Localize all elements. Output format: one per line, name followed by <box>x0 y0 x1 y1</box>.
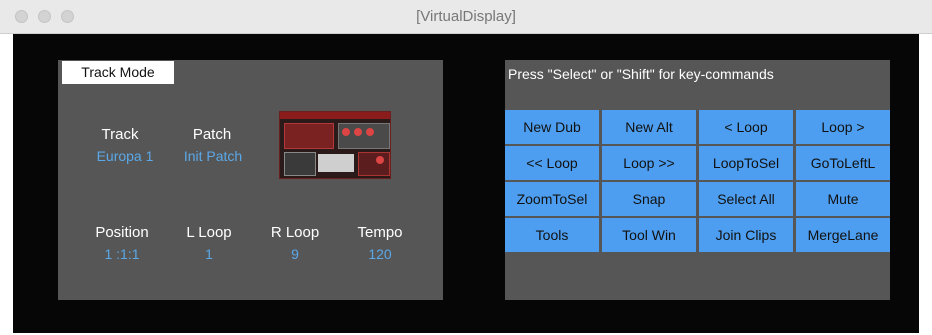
window-titlebar: [VirtualDisplay] <box>0 0 932 34</box>
key-commands-hint: Press "Select" or "Shift" for key-comman… <box>508 66 774 82</box>
tempo-value: 120 <box>368 246 392 262</box>
loop-shift-left-button[interactable]: << Loop <box>505 146 599 180</box>
snap-button[interactable]: Snap <box>602 182 696 216</box>
patch-value: Init Patch <box>183 148 243 164</box>
r-loop-value: 9 <box>291 246 299 262</box>
l-loop-value: 1 <box>205 246 213 262</box>
join-clips-button[interactable]: Join Clips <box>699 218 793 252</box>
loop-right-button[interactable]: Loop > <box>796 110 890 144</box>
position-label: Position <box>95 224 149 241</box>
loop-shift-right-button[interactable]: Loop >> <box>602 146 696 180</box>
track-mode-label: Track Mode <box>62 61 174 84</box>
merge-lane-button[interactable]: MergeLane <box>796 218 890 252</box>
position-value: 1 :1:1 <box>104 246 140 262</box>
track-mode-panel <box>58 60 443 300</box>
loop-to-sel-button[interactable]: LoopToSel <box>699 146 793 180</box>
select-all-button[interactable]: Select All <box>699 182 793 216</box>
zoom-to-sel-button[interactable]: ZoomToSel <box>505 182 599 216</box>
key-commands-panel <box>505 60 890 300</box>
track-value: Europa 1 <box>96 148 154 164</box>
r-loop-label: R Loop <box>270 224 320 241</box>
go-to-left-loop-button[interactable]: GoToLeftL <box>796 146 890 180</box>
track-label: Track <box>101 126 139 143</box>
mute-button[interactable]: Mute <box>796 182 890 216</box>
new-dub-button[interactable]: New Dub <box>505 110 599 144</box>
tempo-label: Tempo <box>357 224 403 241</box>
loop-left-button[interactable]: < Loop <box>699 110 793 144</box>
synth-device-thumbnail <box>279 111 391 179</box>
tool-win-button[interactable]: Tool Win <box>602 218 696 252</box>
window-title: [VirtualDisplay] <box>416 8 516 25</box>
tools-button[interactable]: Tools <box>505 218 599 252</box>
new-alt-button[interactable]: New Alt <box>602 110 696 144</box>
patch-label: Patch <box>192 126 232 143</box>
l-loop-label: L Loop <box>186 224 232 241</box>
